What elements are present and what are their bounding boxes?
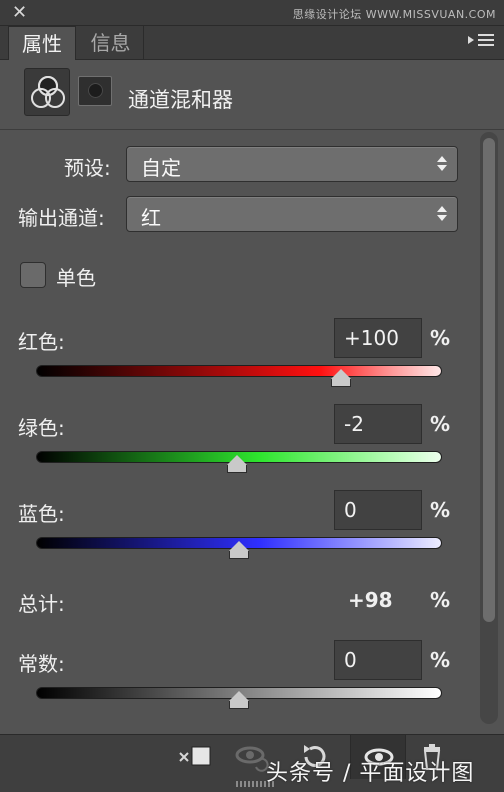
red-percent: % <box>430 326 451 350</box>
output-channel-label: 输出通道: <box>18 206 105 230</box>
clip-to-layer-icon[interactable] <box>176 741 216 773</box>
blue-value-input[interactable]: 0 <box>334 490 422 530</box>
constant-value-input[interactable]: 0 <box>334 640 422 680</box>
adjustment-header: 通道混和器 <box>0 60 504 130</box>
red-value-input[interactable]: +100 <box>334 318 422 358</box>
output-channel-select[interactable]: 红 <box>126 196 458 232</box>
vertical-scrollbar[interactable] <box>480 132 498 724</box>
red-slider-track[interactable] <box>36 365 442 377</box>
total-label: 总计: <box>18 592 65 616</box>
tab-info[interactable]: 信息 <box>78 26 144 60</box>
green-percent: % <box>430 412 451 436</box>
updown-arrows-icon <box>437 206 447 222</box>
preset-select[interactable]: 自定 <box>126 146 458 182</box>
channel-mixer-icon[interactable] <box>24 68 70 116</box>
monochrome-label: 单色 <box>56 266 96 290</box>
monochrome-checkbox[interactable] <box>20 262 46 288</box>
red-label: 红色: <box>18 330 65 354</box>
tab-properties[interactable]: 属性 <box>8 26 76 60</box>
constant-label: 常数: <box>18 652 65 676</box>
layer-mask-icon[interactable] <box>78 76 112 106</box>
bottom-toolbar: 头条号 / 平面设计图 <box>0 734 504 792</box>
updown-arrows-icon <box>437 156 447 172</box>
blue-label: 蓝色: <box>18 502 65 526</box>
green-value-input[interactable]: -2 <box>334 404 422 444</box>
panel-title: 通道混和器 <box>128 88 233 112</box>
preset-value: 自定 <box>141 156 181 180</box>
total-percent: % <box>430 588 451 612</box>
total-value: +98 <box>348 588 393 612</box>
output-channel-value: 红 <box>141 206 161 230</box>
watermark-top: 思缘设计论坛 WWW.MISSVUAN.COM <box>292 8 496 21</box>
watermark-bottom: 头条号 / 平面设计图 <box>266 761 475 786</box>
panel-titlebar: ✕ 思缘设计论坛 WWW.MISSVUAN.COM <box>0 0 504 26</box>
close-icon[interactable]: ✕ <box>12 2 27 23</box>
panel-menu-icon[interactable] <box>468 32 496 54</box>
preset-label: 预设: <box>64 156 111 180</box>
green-label: 绿色: <box>18 416 65 440</box>
blue-percent: % <box>430 498 451 522</box>
tab-bar: 属性 信息 <box>0 26 504 60</box>
constant-percent: % <box>430 648 451 672</box>
scrollbar-thumb[interactable] <box>483 138 495 622</box>
